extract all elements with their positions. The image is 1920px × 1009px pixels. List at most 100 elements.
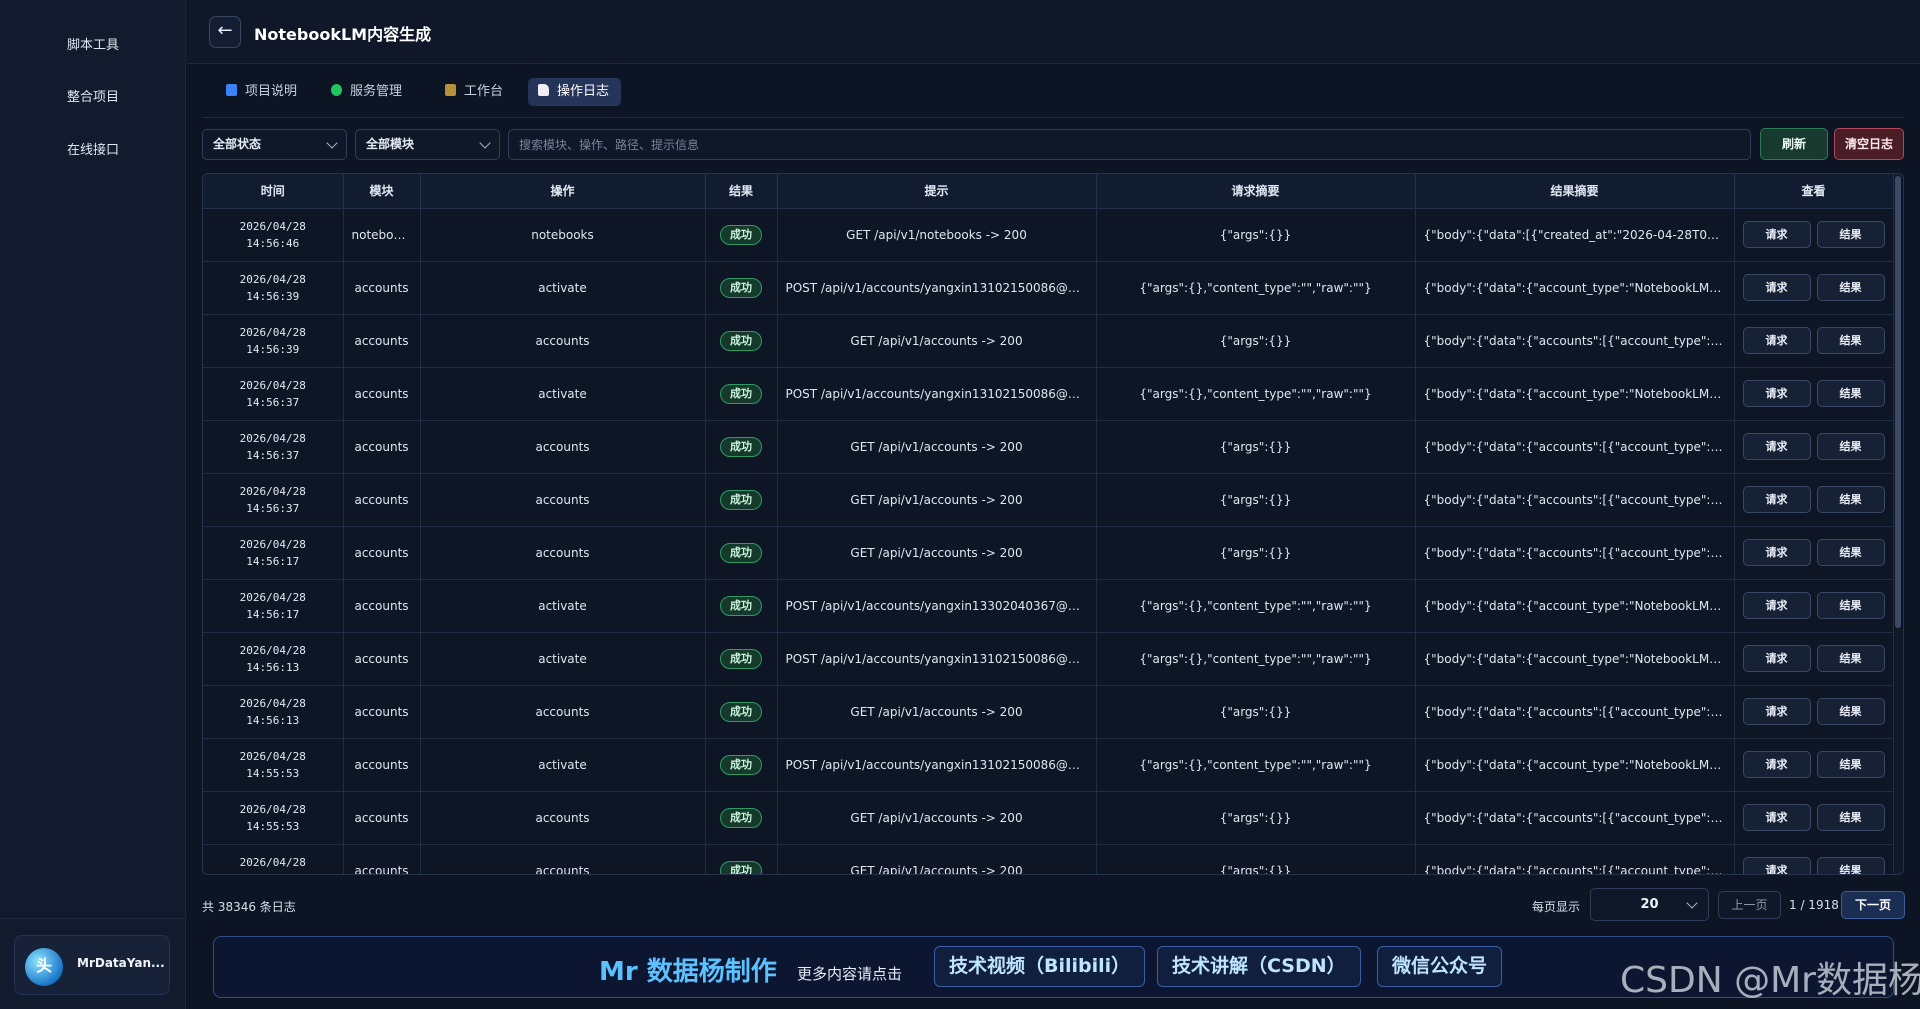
cell-hint: GET /api/v1/accounts -> 200 [777,791,1097,845]
status-badge: 成功 [720,807,762,828]
cell-action: accounts [420,314,706,368]
cell-module: accounts [343,314,421,368]
cell-clock: 14:56:37 [246,501,300,515]
status-badge: 成功 [720,701,762,722]
page-indicator: 1 / 1918 [1789,898,1839,912]
cell-time: 2026/04/28 14:56:37 [203,420,344,474]
view-result-button[interactable]: 结果 [1816,645,1885,672]
tab-label: 操作日志 [557,84,610,99]
table-row: 2026/04/28 14:55:53 accountsaccounts 成功 GET … [203,791,1894,845]
view-request-button[interactable]: 请求 [1742,327,1811,354]
view-request-button[interactable]: 请求 [1742,698,1811,725]
module-filter-select[interactable]: 全部模块 [355,129,500,160]
cell-date: 2026/04/28 [239,749,306,763]
user-name: MrDataYan... [77,956,165,970]
sidebar-item-integrated-projects[interactable]: 整合项目 [0,83,186,113]
prev-page-button[interactable]: 上一页 [1718,891,1781,919]
cell-request-summary: {"args":{}} [1096,314,1416,368]
cell-view: 请求 结果 [1734,685,1894,739]
cell-hint: POST /api/v1/accounts/yangxin13102150086… [777,261,1097,315]
cell-time: 2026/04/28 14:56:17 [203,526,344,580]
scrollbar-thumb[interactable] [1895,176,1901,628]
sidebar-item-script-tools[interactable]: 脚本工具 [0,31,186,61]
clear-log-button[interactable]: 清空日志 [1834,128,1904,160]
cell-date: 2026/04/28 [239,431,306,445]
status-filter-select[interactable]: 全部状态 [202,129,347,160]
bilibili-link[interactable]: 技术视频（Bilibili） [934,946,1146,987]
view-request-button[interactable]: 请求 [1742,433,1811,460]
tab-operation-log[interactable]: 操作日志 [528,78,622,106]
view-result-button[interactable]: 结果 [1816,698,1885,725]
cell-clock: 14:56:39 [246,289,300,303]
view-result-button[interactable]: 结果 [1816,486,1885,513]
column-header-result-summary: 结果摘要 [1415,174,1735,209]
view-result-button[interactable]: 结果 [1816,804,1885,831]
cell-hint: GET /api/v1/accounts -> 200 [777,473,1097,527]
view-result-button[interactable]: 结果 [1816,327,1885,354]
cell-result-summary: {"body":{"data":{"accounts":[{"account_t… [1415,791,1735,845]
tab-workbench[interactable]: 工作台 [435,78,515,106]
cell-result-summary: {"body":{"data":{"account_type":"Noteboo… [1415,738,1735,792]
cell-time: 2026/04/28 14:56:37 [203,473,344,527]
cell-result: 成功 [705,579,778,633]
cell-clock: 14:56:17 [246,607,300,621]
cell-result: 成功 [705,367,778,421]
folder-icon [445,84,456,96]
view-request-button[interactable]: 请求 [1742,804,1811,831]
table-row: 2026/04/28 14:56:13 accounts activate 成功 POST… [203,632,1894,686]
back-button[interactable]: ← [209,16,241,48]
cell-hint: GET /api/v1/accounts -> 200 [777,844,1097,874]
cell-view: 请求 结果 [1734,844,1894,874]
table-body: 2026/04/28 14:56:46 notebooks notebooks 成功 GE… [203,208,1894,874]
view-result-button[interactable]: 结果 [1816,433,1885,460]
cell-hint: POST /api/v1/accounts/yangxin13302040367… [777,579,1097,633]
view-request-button[interactable]: 请求 [1742,486,1811,513]
view-request-button[interactable]: 请求 [1742,380,1811,407]
cell-view: 请求 结果 [1734,579,1894,633]
refresh-button[interactable]: 刷新 [1760,128,1828,160]
sidebar-footer: 头 MrDataYan... [0,918,186,1009]
cell-result-summary: {"body":{"data":{"accounts":[{"account_t… [1415,314,1735,368]
cell-clock: 14:56:37 [246,395,300,409]
cell-action: accounts [420,420,706,474]
cell-date: 2026/04/28 [239,378,306,392]
view-request-button[interactable]: 请求 [1742,592,1811,619]
search-input[interactable] [508,129,1751,160]
cell-clock: 14:56:13 [246,713,300,727]
cell-date: 2026/04/28 [239,219,306,233]
scrollbar[interactable] [1895,174,1901,874]
view-result-button[interactable]: 结果 [1816,274,1885,301]
cell-result-summary: {"body":{"data":{"accounts":[{"account_t… [1415,844,1735,874]
next-page-button[interactable]: 下一页 [1841,891,1905,919]
view-request-button[interactable]: 请求 [1742,857,1811,874]
tab-project-intro[interactable]: 项目说明 [216,78,309,106]
cell-view: 请求 结果 [1734,367,1894,421]
csdn-link[interactable]: 技术讲解（CSDN） [1157,946,1361,987]
column-header-time: 时间 [203,174,344,209]
view-result-button[interactable]: 结果 [1816,539,1885,566]
view-request-button[interactable]: 请求 [1742,274,1811,301]
sidebar-item-online-api[interactable]: 在线接口 [0,136,186,166]
wechat-link[interactable]: 微信公众号 [1377,946,1503,987]
cell-result: 成功 [705,791,778,845]
cell-view: 请求 结果 [1734,314,1894,368]
page-size-select[interactable]: 20 [1590,888,1709,921]
cell-request-summary: {"args":{}} [1096,685,1416,739]
view-request-button[interactable]: 请求 [1742,539,1811,566]
view-request-button[interactable]: 请求 [1742,751,1811,778]
view-result-button[interactable]: 结果 [1816,751,1885,778]
cell-clock: 14:56:46 [246,236,300,250]
cell-view: 请求 结果 [1734,208,1894,262]
tab-service-management[interactable]: 服务管理 [321,78,414,106]
user-card[interactable]: 头 MrDataYan... [14,935,170,995]
status-badge: 成功 [720,860,762,874]
view-result-button[interactable]: 结果 [1816,380,1885,407]
cell-time: 2026/04/28 14:56:37 [203,367,344,421]
view-result-button[interactable]: 结果 [1816,221,1885,248]
view-request-button[interactable]: 请求 [1742,221,1811,248]
view-request-button[interactable]: 请求 [1742,645,1811,672]
view-result-button[interactable]: 结果 [1816,857,1885,874]
view-result-button[interactable]: 结果 [1816,592,1885,619]
table-row: 2026/04/28 14:56:37 accounts accounts 成功 GET … [203,420,1894,474]
status-badge: 成功 [720,383,762,404]
